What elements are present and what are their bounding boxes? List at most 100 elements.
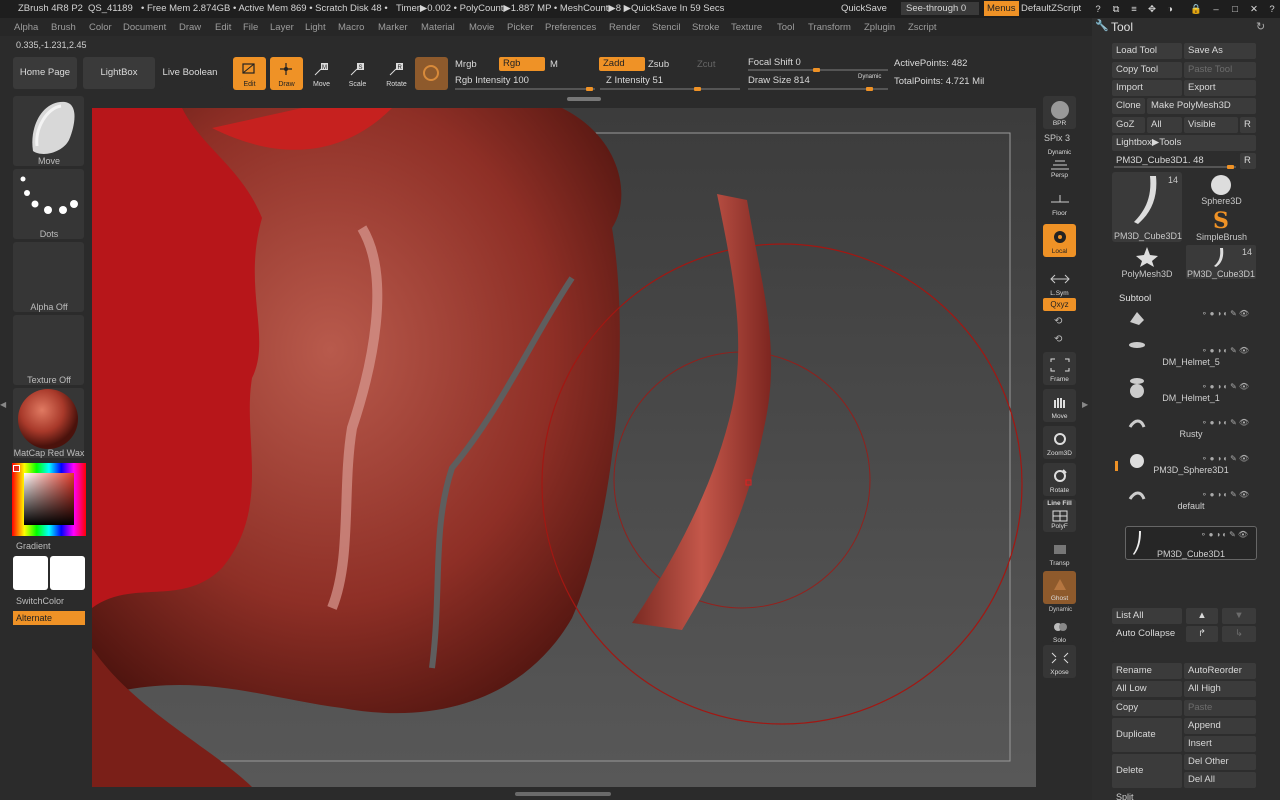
subtool-section-title[interactable]: Subtool — [1119, 293, 1151, 304]
subtool-toggle-icons[interactable]: ⚬●◑◐✎👁 — [1201, 454, 1251, 463]
all-low-button[interactable]: All Low — [1112, 681, 1182, 697]
duplicate-button[interactable]: Duplicate — [1112, 718, 1182, 752]
layout-icon[interactable]: ⧉ — [1110, 3, 1122, 16]
split-section[interactable]: Split — [1116, 792, 1134, 800]
maximize-icon[interactable]: □ — [1229, 3, 1241, 16]
menu-zscript[interactable]: Zscript — [908, 22, 937, 33]
move-down-arrow-icon[interactable]: ↳ — [1222, 626, 1256, 642]
menu-draw[interactable]: Draw — [179, 22, 201, 33]
rotate-view-button[interactable]: Rotate — [1043, 463, 1076, 496]
subtool-toggle-icons[interactable]: ⚬●◑◐✎👁 — [1201, 309, 1251, 318]
delete-button[interactable]: Delete — [1112, 754, 1182, 788]
help-icon[interactable]: ? — [1092, 3, 1104, 16]
palette-refresh-icon[interactable]: ↻ — [1256, 20, 1265, 33]
alternate-button[interactable]: Alternate — [13, 611, 85, 625]
spix-slider[interactable]: SPix 3 — [1044, 133, 1070, 143]
current-tool-r-button[interactable]: R — [1240, 153, 1256, 169]
menu-tool[interactable]: Tool — [777, 22, 794, 33]
focal-shift-track[interactable] — [748, 68, 888, 72]
insert-button[interactable]: Insert — [1184, 736, 1256, 752]
import-button[interactable]: Import — [1112, 80, 1182, 96]
rgb-intensity-slider[interactable]: Rgb Intensity 100 — [455, 75, 529, 86]
bpr-button[interactable]: BPR — [1043, 96, 1076, 129]
tool-thumb-pm3d-cube[interactable]: 14 PM3D_Cube3D1 — [1112, 172, 1182, 242]
tool-thumb-pm3d-cube-2[interactable]: 14 PM3D_Cube3D1 — [1186, 245, 1256, 279]
make-polymesh3d-button[interactable]: Make PolyMesh3D — [1147, 98, 1256, 114]
see-through-slider[interactable]: See-through 0 — [901, 2, 979, 15]
persp-button[interactable]: Dynamic Persp — [1043, 148, 1076, 181]
zoom3d-button[interactable]: Zoom3D — [1043, 426, 1076, 459]
ghost-button[interactable]: Ghost — [1043, 571, 1076, 604]
goz-button[interactable]: GoZ — [1112, 117, 1145, 133]
goz-r-button[interactable]: R — [1240, 117, 1256, 133]
draw-size-slider[interactable]: Draw Size 814 — [748, 75, 810, 86]
goz-all-button[interactable]: All — [1147, 117, 1182, 133]
right-tray-collapse-icon[interactable]: ▶ — [1082, 400, 1090, 409]
default-zscript-button[interactable]: DefaultZScript — [1021, 3, 1081, 14]
subtool-toggle-icons[interactable]: ⚬●◑◐✎👁 — [1201, 490, 1251, 499]
paste-tool-button[interactable]: Paste Tool — [1184, 62, 1256, 78]
zcut-button[interactable]: Zcut — [697, 59, 715, 70]
z-intensity-slider[interactable]: Z Intensity 51 — [606, 75, 663, 86]
main-color-swatch[interactable] — [13, 556, 48, 590]
polyf-button[interactable]: Line Fill PolyF — [1043, 499, 1076, 532]
rgb-intensity-track[interactable] — [455, 87, 595, 91]
menu-movie[interactable]: Movie — [469, 22, 494, 33]
move-view-button[interactable]: Move — [1043, 389, 1076, 422]
menu-transform[interactable]: Transform — [808, 22, 851, 33]
save-as-button[interactable]: Save As — [1184, 43, 1256, 59]
color-picker[interactable] — [12, 463, 86, 536]
home-page-button[interactable]: Home Page — [13, 57, 77, 89]
xpose-button[interactable]: Xpose — [1043, 645, 1076, 678]
frame-button[interactable]: Frame — [1043, 352, 1076, 385]
menu-document[interactable]: Document — [123, 22, 166, 33]
z-intensity-track[interactable] — [600, 87, 740, 91]
subtool-toggle-icons[interactable]: ⚬●◑◐✎👁 — [1200, 530, 1250, 539]
del-other-button[interactable]: Del Other — [1184, 754, 1256, 770]
copy-subtool-button[interactable]: Copy — [1112, 700, 1182, 716]
subtool-toggle-icons[interactable]: ⚬●◑◐✎👁 — [1201, 346, 1251, 355]
menu-zplugin[interactable]: Zplugin — [864, 22, 895, 33]
subtool-toggle-icons[interactable]: ⚬●◑◐✎👁 — [1201, 418, 1251, 427]
rotate-z-icon[interactable]: ⟲ — [1054, 334, 1062, 345]
rotate-y-icon[interactable]: ⟲ — [1054, 316, 1062, 327]
all-high-button[interactable]: All High — [1184, 681, 1256, 697]
tool-palette-title[interactable]: Tool — [1111, 20, 1133, 34]
edit-mode-button[interactable]: Edit — [233, 57, 266, 90]
clone-button[interactable]: Clone — [1112, 98, 1145, 114]
secondary-color-swatch[interactable] — [50, 556, 85, 590]
move-mode-button[interactable]: M Move — [305, 57, 338, 90]
autoreorder-button[interactable]: AutoReorder — [1184, 663, 1256, 679]
menu-color[interactable]: Color — [89, 22, 112, 33]
mrgb-button[interactable]: Mrgb — [455, 59, 477, 70]
append-button[interactable]: Append — [1184, 718, 1256, 734]
menu-brush[interactable]: Brush — [51, 22, 76, 33]
menu-preferences[interactable]: Preferences — [545, 22, 596, 33]
color-cycle-icon[interactable]: ◑ — [1164, 3, 1176, 16]
current-tool-track[interactable] — [1114, 165, 1236, 169]
list-all-button[interactable]: List All — [1112, 608, 1182, 624]
solo-button[interactable]: Solo — [1043, 613, 1076, 646]
menu-layer[interactable]: Layer — [270, 22, 294, 33]
menus-button[interactable]: Menus — [984, 1, 1019, 16]
lsym-button[interactable]: L.Sym — [1043, 266, 1076, 299]
rotate-mode-button[interactable]: R Rotate — [380, 57, 413, 90]
menu-file[interactable]: File — [243, 22, 258, 33]
canvas-viewport[interactable] — [92, 108, 1036, 787]
switchcolor-button[interactable]: SwitchColor — [16, 596, 64, 606]
xyz-symmetry-button[interactable]: Qxyz — [1043, 298, 1076, 311]
auto-collapse-button[interactable]: Auto Collapse — [1112, 626, 1182, 642]
subtool-item-7-selected[interactable]: ⚬●◑◐✎👁 PM3D_Cube3D1 — [1125, 526, 1257, 560]
menu-picker[interactable]: Picker — [507, 22, 533, 33]
subtool-toggle-icons[interactable]: ⚬●◑◐✎👁 — [1201, 382, 1251, 391]
rename-button[interactable]: Rename — [1112, 663, 1182, 679]
lightbox-tools-button[interactable]: Lightbox▶Tools — [1112, 135, 1256, 151]
menu-render[interactable]: Render — [609, 22, 640, 33]
menu-material[interactable]: Material — [421, 22, 455, 33]
subtool-scroll-indicator[interactable] — [1115, 461, 1118, 471]
move-down-icon[interactable]: ▼ — [1222, 608, 1256, 624]
menu-stroke[interactable]: Stroke — [692, 22, 719, 33]
lock-icon[interactable]: 🔒 — [1190, 3, 1202, 16]
zsub-button[interactable]: Zsub — [648, 59, 669, 70]
quicksave-button[interactable]: QuickSave — [841, 3, 887, 14]
